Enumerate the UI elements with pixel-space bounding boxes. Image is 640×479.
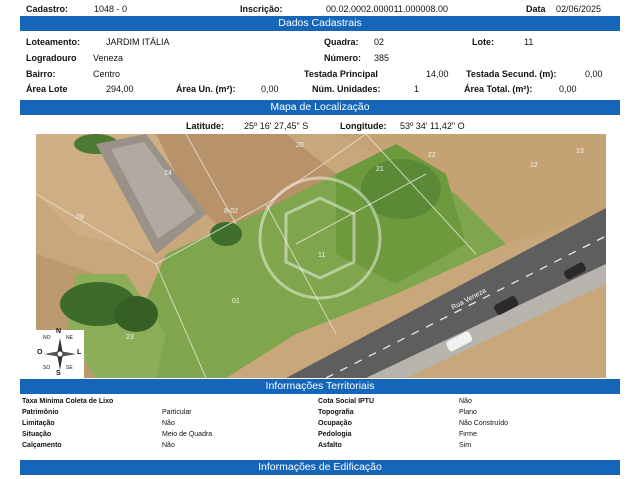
- testada-principal-value: 14,00: [426, 69, 449, 79]
- compass-l: L: [77, 349, 82, 356]
- parcel-label: 12: [530, 162, 538, 169]
- territorial-value: Não: [459, 398, 472, 405]
- lote-value: 11: [524, 37, 534, 47]
- inscricao-value: 00.02.0002.000011.000008.00: [326, 4, 448, 14]
- parcel-label: 29: [76, 214, 84, 221]
- area-lote-value: 294,00: [106, 84, 134, 94]
- lote-label: Lote:: [472, 37, 494, 47]
- territorial-value: Sim: [459, 442, 472, 449]
- territorial-value: Meio de Quadra: [162, 431, 213, 438]
- area-un-label: Área Un. (m²):: [176, 84, 236, 94]
- mapa-localizacao-header: Mapa de Localização: [20, 100, 620, 115]
- territorial-label: Limitação: [22, 420, 55, 427]
- dados-cadastrais-header: Dados Cadastrais: [20, 16, 620, 31]
- bairro-value: Centro: [93, 69, 121, 79]
- territorial-label: Taxa Mínima Coleta de Lixo: [22, 398, 114, 405]
- cadastro-label: Cadastro:: [26, 4, 69, 14]
- parcel-label: 24: [164, 170, 172, 177]
- quadra-value: 02: [374, 37, 385, 47]
- parcel-label: 8-02: [224, 208, 239, 215]
- area-total-label: Área Total. (m²):: [464, 84, 533, 94]
- parcel-label: 20: [296, 142, 304, 149]
- territorial-label: Calçamento: [22, 442, 62, 449]
- parcel-label: 01: [232, 298, 240, 305]
- data-value: 02/06/2025: [556, 4, 602, 14]
- num-unidades-label: Núm. Unidades:: [312, 84, 381, 94]
- compass-ne: NE: [66, 335, 73, 341]
- parcel-label: 21: [376, 166, 384, 173]
- bairro-label: Bairro:: [26, 69, 56, 79]
- territorial-label: Asfalto: [318, 442, 342, 449]
- compass-no: NO: [43, 335, 51, 341]
- longitude-label: Longitude:: [340, 121, 387, 131]
- compass-n: N: [56, 328, 62, 335]
- territorial-label: Ocupação: [318, 420, 352, 427]
- testada-secund-value: 0,00: [585, 69, 603, 79]
- territorial-value: Firme: [459, 431, 477, 438]
- logradouro-label: Logradouro: [26, 53, 77, 63]
- compass-s: S: [56, 370, 61, 377]
- logradouro-value: Veneza: [93, 53, 124, 63]
- informacoes-territoriais-header: Informações Territoriais: [20, 379, 620, 394]
- numero-value: 385: [374, 53, 390, 63]
- area-total-value: 0,00: [559, 84, 577, 94]
- aerial-map[interactable]: 24 29 8-02 11 12 01 23 22 21 20 13 Rua V…: [36, 134, 606, 378]
- parcel-label: 22: [428, 152, 436, 159]
- compass-rose: N S L O NE NO SE SO: [36, 328, 84, 378]
- loteamento-value: JARDIM ITÁLIA: [106, 37, 170, 47]
- testada-principal-label: Testada Principal: [304, 69, 378, 79]
- area-un-value: 0,00: [261, 84, 279, 94]
- territorial-value: Não: [162, 442, 175, 449]
- data-label: Data: [526, 4, 546, 14]
- testada-secund-label: Testada Secund. (m):: [466, 69, 557, 79]
- territorial-label: Situação: [22, 431, 52, 438]
- territorial-label: Cota Social IPTU: [318, 398, 375, 405]
- compass-so: SO: [43, 365, 51, 371]
- cadastro-value: 1048 - 0: [94, 4, 128, 14]
- territorial-value: Plano: [459, 409, 477, 416]
- territorial-label: Patrimônio: [22, 409, 59, 416]
- compass-se: SE: [66, 365, 73, 371]
- territorial-value: Não Construído: [459, 420, 509, 427]
- parcel-label: 13: [576, 148, 584, 155]
- parcel-label: 11: [318, 252, 326, 259]
- parcel-label: 23: [126, 334, 134, 341]
- territorial-value: Particular: [162, 409, 192, 416]
- latitude-value: 25º 16' 27,45" S: [244, 121, 309, 131]
- compass-o: O: [37, 349, 43, 356]
- area-lote-label: Área Lote: [26, 84, 68, 94]
- quadra-label: Quadra:: [324, 37, 359, 47]
- territorial-label: Topografia: [318, 409, 354, 416]
- informacoes-edificacao-header: Informações de Edificação: [20, 460, 620, 475]
- longitude-value: 53º 34' 11,42" O: [400, 121, 465, 131]
- loteamento-label: Loteamento:: [26, 37, 80, 47]
- latitude-label: Latitude:: [186, 121, 224, 131]
- numero-label: Número:: [324, 53, 362, 63]
- territorial-label: Pedologia: [318, 431, 352, 438]
- num-unidades-value: 1: [414, 84, 420, 94]
- inscricao-label: Inscrição:: [240, 4, 283, 14]
- territorial-value: Não: [162, 420, 175, 427]
